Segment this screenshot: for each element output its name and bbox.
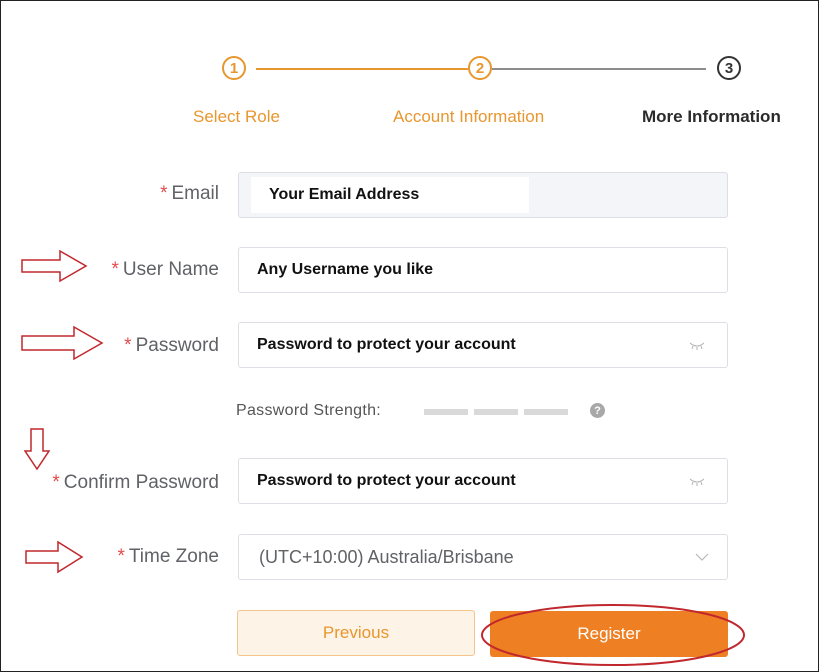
password-label-text: Password: [135, 335, 219, 356]
step-1-circle: 1: [222, 56, 246, 80]
strength-bar-weak: [424, 409, 468, 415]
timezone-label-text: Time Zone: [128, 546, 219, 567]
register-button[interactable]: Register: [490, 611, 728, 657]
step-1-number: 1: [229, 59, 239, 77]
strength-bar-medium: [474, 409, 518, 415]
confirm-password-input[interactable]: Password to protect your account: [238, 458, 728, 504]
timezone-label: * Time Zone: [117, 546, 219, 568]
username-label-text: User Name: [122, 259, 219, 280]
required-mark: *: [160, 183, 168, 204]
strength-bar-strong: [524, 409, 568, 415]
required-mark: *: [117, 546, 125, 567]
email-label: * Email: [160, 183, 219, 205]
required-mark: *: [111, 259, 119, 280]
required-mark: *: [52, 472, 60, 493]
required-mark: *: [124, 335, 132, 356]
help-glyph: ?: [594, 404, 601, 417]
email-label-text: Email: [171, 183, 219, 204]
previous-button[interactable]: Previous: [237, 610, 475, 656]
confirm-password-label: * Confirm Password: [52, 472, 219, 494]
email-field[interactable]: Your Email Address: [238, 172, 728, 218]
step-connector-2-3: [492, 68, 706, 70]
chevron-down-icon[interactable]: [695, 552, 709, 562]
step-connector-1-2: [256, 68, 468, 70]
step-3-label: More Information: [642, 107, 781, 126]
password-label: * Password: [124, 335, 219, 357]
username-input[interactable]: Any Username you like: [238, 247, 728, 293]
step-3-number: 3: [724, 59, 734, 77]
eye-closed-icon[interactable]: [689, 476, 705, 486]
confirm-password-label-text: Confirm Password: [63, 472, 219, 493]
step-2-number: 2: [475, 59, 485, 77]
question-circle-icon[interactable]: ?: [590, 403, 605, 418]
username-label: * User Name: [112, 259, 219, 281]
username-value: Any Username you like: [257, 261, 434, 278]
step-1-label: Select Role: [193, 107, 280, 126]
step-2-label: Account Information: [393, 107, 545, 126]
timezone-value: (UTC+10:00) Australia/Brisbane: [259, 546, 514, 567]
eye-closed-icon[interactable]: [689, 340, 705, 350]
password-input[interactable]: Password to protect your account: [238, 322, 728, 368]
email-value: Your Email Address: [269, 186, 420, 203]
password-value: Password to protect your account: [257, 336, 516, 353]
step-2-circle: 2: [468, 56, 492, 80]
step-3-circle: 3: [717, 56, 741, 80]
confirm-password-value: Password to protect your account: [257, 472, 516, 489]
timezone-select[interactable]: (UTC+10:00) Australia/Brisbane: [238, 534, 728, 580]
password-strength-label: Password Strength:: [236, 402, 382, 419]
